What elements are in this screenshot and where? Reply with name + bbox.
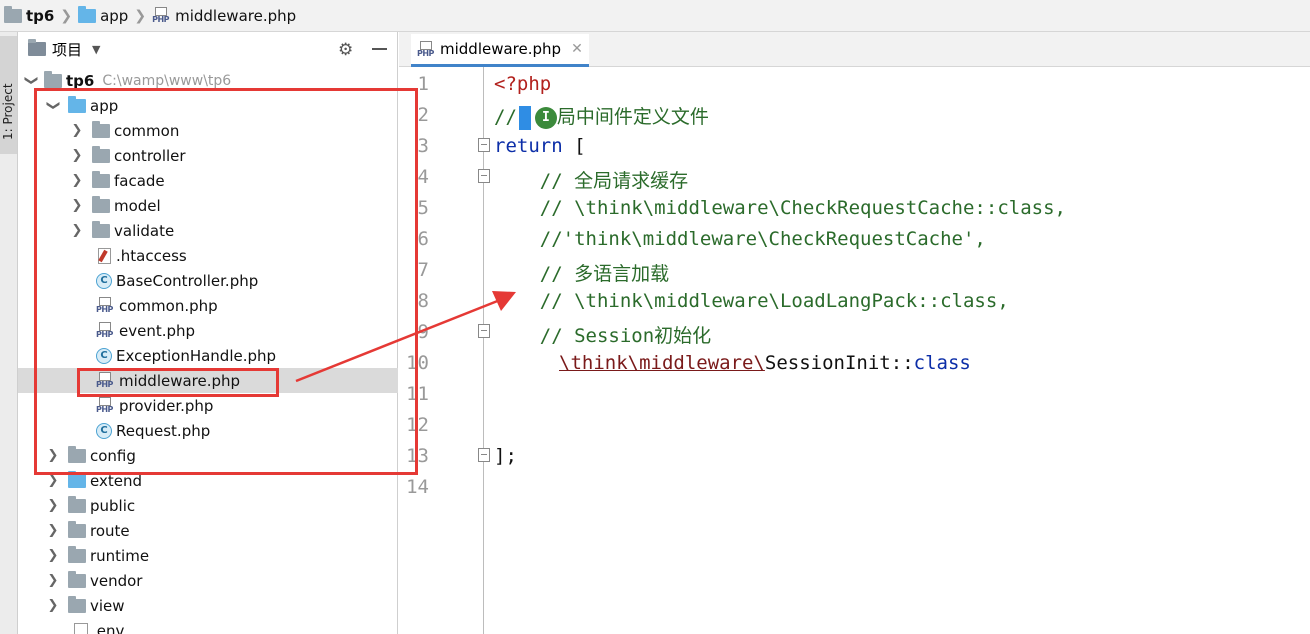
annotation-arrow [295, 291, 516, 383]
annotation-arrow-line [295, 298, 501, 383]
